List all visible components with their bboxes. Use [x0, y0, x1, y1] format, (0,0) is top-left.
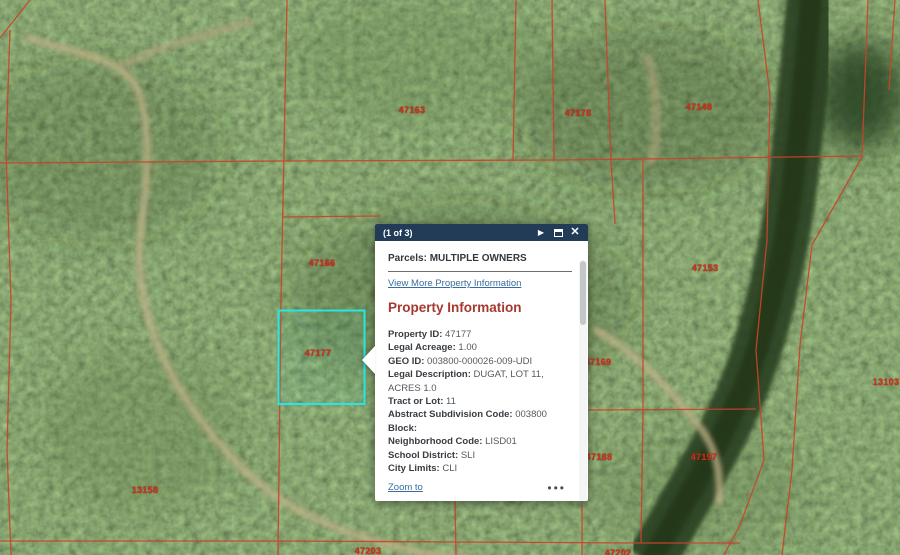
maximize-icon: [553, 228, 563, 237]
popup-scrollbar[interactable]: [579, 260, 587, 501]
popup-title: Parcels: MULTIPLE OWNERS: [388, 253, 527, 264]
parcel-label: 47177: [304, 348, 332, 358]
popup-header: (1 of 3) ▶ ✕: [375, 224, 588, 241]
parcel-label: 47202: [604, 548, 632, 555]
next-arrow-icon: ▶: [537, 227, 545, 237]
property-field: Legal Description: DUGAT, LOT 11, ACRES …: [388, 369, 544, 394]
parcel-label: 47148: [685, 102, 713, 112]
property-field: Property ID: 47177: [388, 329, 472, 340]
close-button[interactable]: ✕: [568, 225, 582, 240]
parcel-label: 13158: [131, 485, 159, 495]
parcel-label: 47169: [584, 357, 612, 367]
parcel-label: 13103: [872, 377, 900, 387]
property-field: Tract or Lot: 11: [388, 396, 456, 408]
more-property-info-link[interactable]: View More Property Information: [388, 278, 521, 289]
parcel-label: 47188: [585, 452, 613, 462]
property-popup: (1 of 3) ▶ ✕ Parcels: MULTIPLE OWNERS Vi…: [362, 224, 588, 501]
parcel-label: 47166: [308, 258, 336, 268]
property-field: City Limits: CLI: [388, 463, 458, 475]
next-feature-button[interactable]: ▶: [534, 225, 548, 240]
property-field: Neighborhood Code: LISD01: [388, 436, 517, 448]
property-field: School District: SLI: [388, 449, 476, 461]
popup-body: Parcels: MULTIPLE OWNERS View More Prope…: [375, 241, 588, 501]
zoom-to-link[interactable]: Zoom to: [388, 482, 423, 493]
parcel-label: 47203: [354, 546, 382, 555]
popup-fields: Property ID: 47177 Legal Acreage: 1.00 GEO…: [388, 328, 566, 475]
close-icon: ✕: [570, 226, 580, 238]
popup-anchor-arrow: [362, 346, 375, 374]
property-field: Abstract Subdivision Code: 003800: [388, 409, 547, 421]
property-field: GEO ID: 003800-000026-009-UDI: [388, 355, 533, 367]
parcel-label: 47153: [691, 263, 719, 273]
section-heading: Property Information: [388, 300, 522, 315]
parcel-label: 47178: [564, 108, 592, 118]
divider: [388, 271, 572, 272]
property-field: Legal Acreage: 1.00: [388, 342, 477, 354]
scrollbar-thumb[interactable]: [580, 261, 586, 325]
popup-footer: Zoom to •••: [388, 482, 566, 494]
map-viewport[interactable]: 47163 47178 47148 47166 47177 47153 47169 13103…: [0, 0, 900, 555]
property-field: Block:: [388, 422, 418, 434]
parcel-label: 47197: [690, 452, 718, 462]
more-options-button[interactable]: •••: [547, 482, 566, 494]
maximize-button[interactable]: [551, 225, 565, 240]
popup-pager: (1 of 3): [383, 227, 413, 238]
parcel-label: 47163: [398, 105, 426, 115]
